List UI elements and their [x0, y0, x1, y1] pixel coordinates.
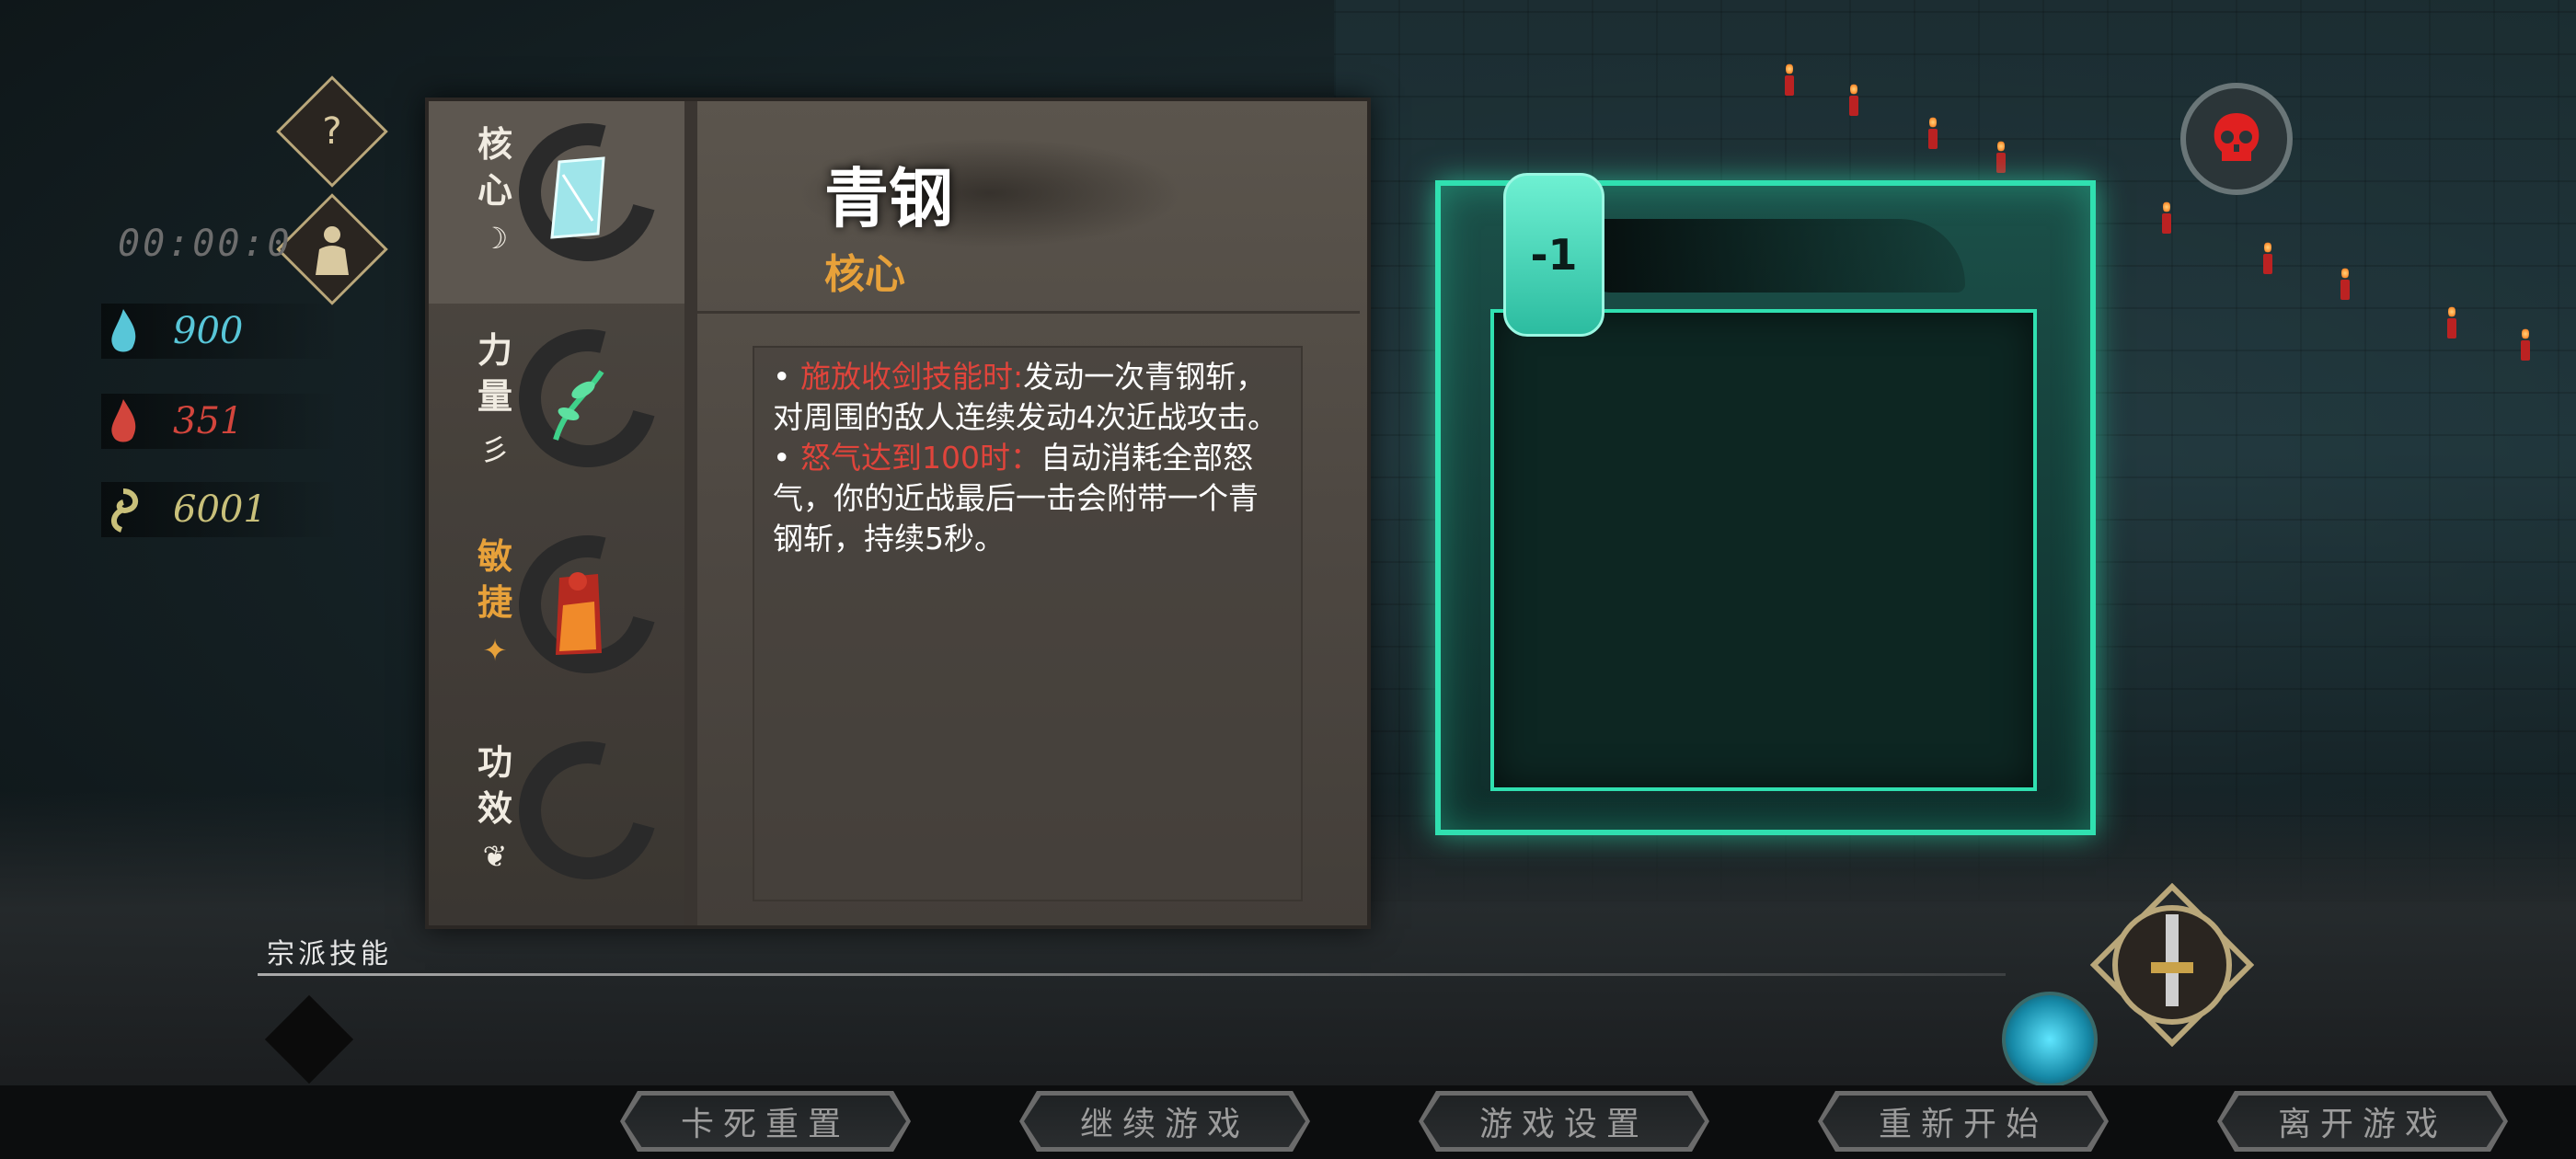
character-icon — [295, 212, 369, 286]
stat-value: 900 — [173, 310, 244, 352]
candle — [2340, 267, 2350, 300]
red-skull-icon[interactable] — [2180, 83, 2293, 195]
tab-strength[interactable]: 力量 彡 — [429, 304, 684, 510]
green-vine-icon — [546, 362, 611, 445]
help-button[interactable]: ? — [276, 75, 388, 188]
sword-emblem-icon[interactable] — [2089, 882, 2255, 1048]
tab-efficacy[interactable]: 功效 ❦ — [429, 716, 684, 922]
game-settings-button[interactable]: 游戏设置 — [1419, 1091, 1709, 1152]
red-crystal-icon — [546, 568, 611, 655]
skill-detail-panel: 核心 ☽ 力量 彡 敏捷 ✦ 功效 ❦ 青钢 核心 • 施放收剑技能时:发动一次… — [425, 98, 1371, 929]
candle — [2162, 201, 2171, 234]
tab-agility[interactable]: 敏捷 ✦ — [429, 510, 684, 716]
candle — [1928, 116, 1938, 149]
question-icon: ? — [322, 110, 342, 153]
efficacy-symbol-icon: ❦ — [482, 839, 508, 874]
gold-swirl-icon — [101, 488, 145, 533]
description-line: • 施放收剑技能时:发动一次青钢斩，对周围的敌人连续发动4次近战攻击。 — [773, 357, 1288, 438]
skill-title: 青钢 — [824, 160, 953, 236]
section-label: 宗派技能 — [267, 938, 392, 970]
continue-game-button[interactable]: 继续游戏 — [1019, 1091, 1310, 1152]
divider — [684, 101, 697, 925]
stat-red: 351 — [101, 394, 340, 449]
skill-description: • 施放收剑技能时:发动一次青钢斩，对周围的敌人连续发动4次近战攻击。 • 怒气… — [773, 357, 1288, 559]
elapsed-timer: 00:00:0 — [118, 223, 293, 265]
button-label: 卡死重置 — [625, 1096, 906, 1147]
divider — [697, 311, 1360, 314]
candle — [2447, 305, 2456, 339]
candle — [2521, 327, 2530, 361]
stat-gold: 6001 — [101, 482, 340, 537]
red-flame-icon — [101, 399, 145, 443]
restart-button[interactable]: 重新开始 — [1818, 1091, 2109, 1152]
description-line: • 怒气达到100时：自动消耗全部怒气，你的近战最后一击会附带一个青钢斩，持续5… — [773, 438, 1288, 559]
stat-value: 6001 — [173, 488, 267, 531]
button-label: 重新开始 — [1823, 1096, 2104, 1147]
skill-category: 核心 — [824, 251, 905, 298]
agility-symbol-icon: ✦ — [482, 633, 508, 668]
candle — [2263, 241, 2272, 274]
leave-game-button[interactable]: 离开游戏 — [2217, 1091, 2508, 1152]
stat-blue: 900 — [101, 304, 340, 359]
tab-label: 力量 — [477, 330, 512, 417]
stat-value: 351 — [173, 400, 244, 442]
tab-label: 功效 — [477, 742, 512, 829]
button-label: 离开游戏 — [2222, 1096, 2503, 1147]
strength-symbol-icon: 彡 — [479, 432, 510, 467]
card-art-frame — [1490, 309, 2037, 791]
card-cost-badge: -1 — [1503, 173, 1604, 337]
tab-core[interactable]: 核心 ☽ — [429, 98, 684, 304]
button-label: 继续游戏 — [1024, 1096, 1305, 1147]
blue-claw-skill-icon[interactable] — [2002, 992, 2098, 1087]
candle — [1849, 83, 1858, 116]
trigger-text: 怒气达到100时： — [799, 440, 1041, 476]
candle — [1996, 140, 2006, 173]
tab-label: 敏捷 — [477, 536, 512, 623]
bullet: • — [773, 440, 800, 476]
category-tabs: 核心 ☽ 力量 彡 敏捷 ✦ 功效 ❦ — [429, 98, 684, 925]
ice-shard-icon — [546, 156, 611, 239]
skill-card[interactable]: -1 — [1435, 173, 2096, 835]
bullet: • — [773, 359, 800, 395]
section-divider — [258, 973, 2006, 976]
tab-label: 核心 — [477, 124, 512, 211]
card-title-ink — [1579, 219, 1965, 293]
trigger-text: 施放收剑技能时: — [799, 359, 1024, 395]
candle — [1785, 63, 1794, 96]
blue-flame-icon — [101, 309, 145, 353]
button-label: 游戏设置 — [1423, 1096, 1705, 1147]
character-button[interactable] — [276, 193, 388, 305]
moon-symbol-icon: ☽ — [481, 221, 509, 256]
reset-stuck-button[interactable]: 卡死重置 — [620, 1091, 911, 1152]
ink-ring — [493, 716, 683, 905]
